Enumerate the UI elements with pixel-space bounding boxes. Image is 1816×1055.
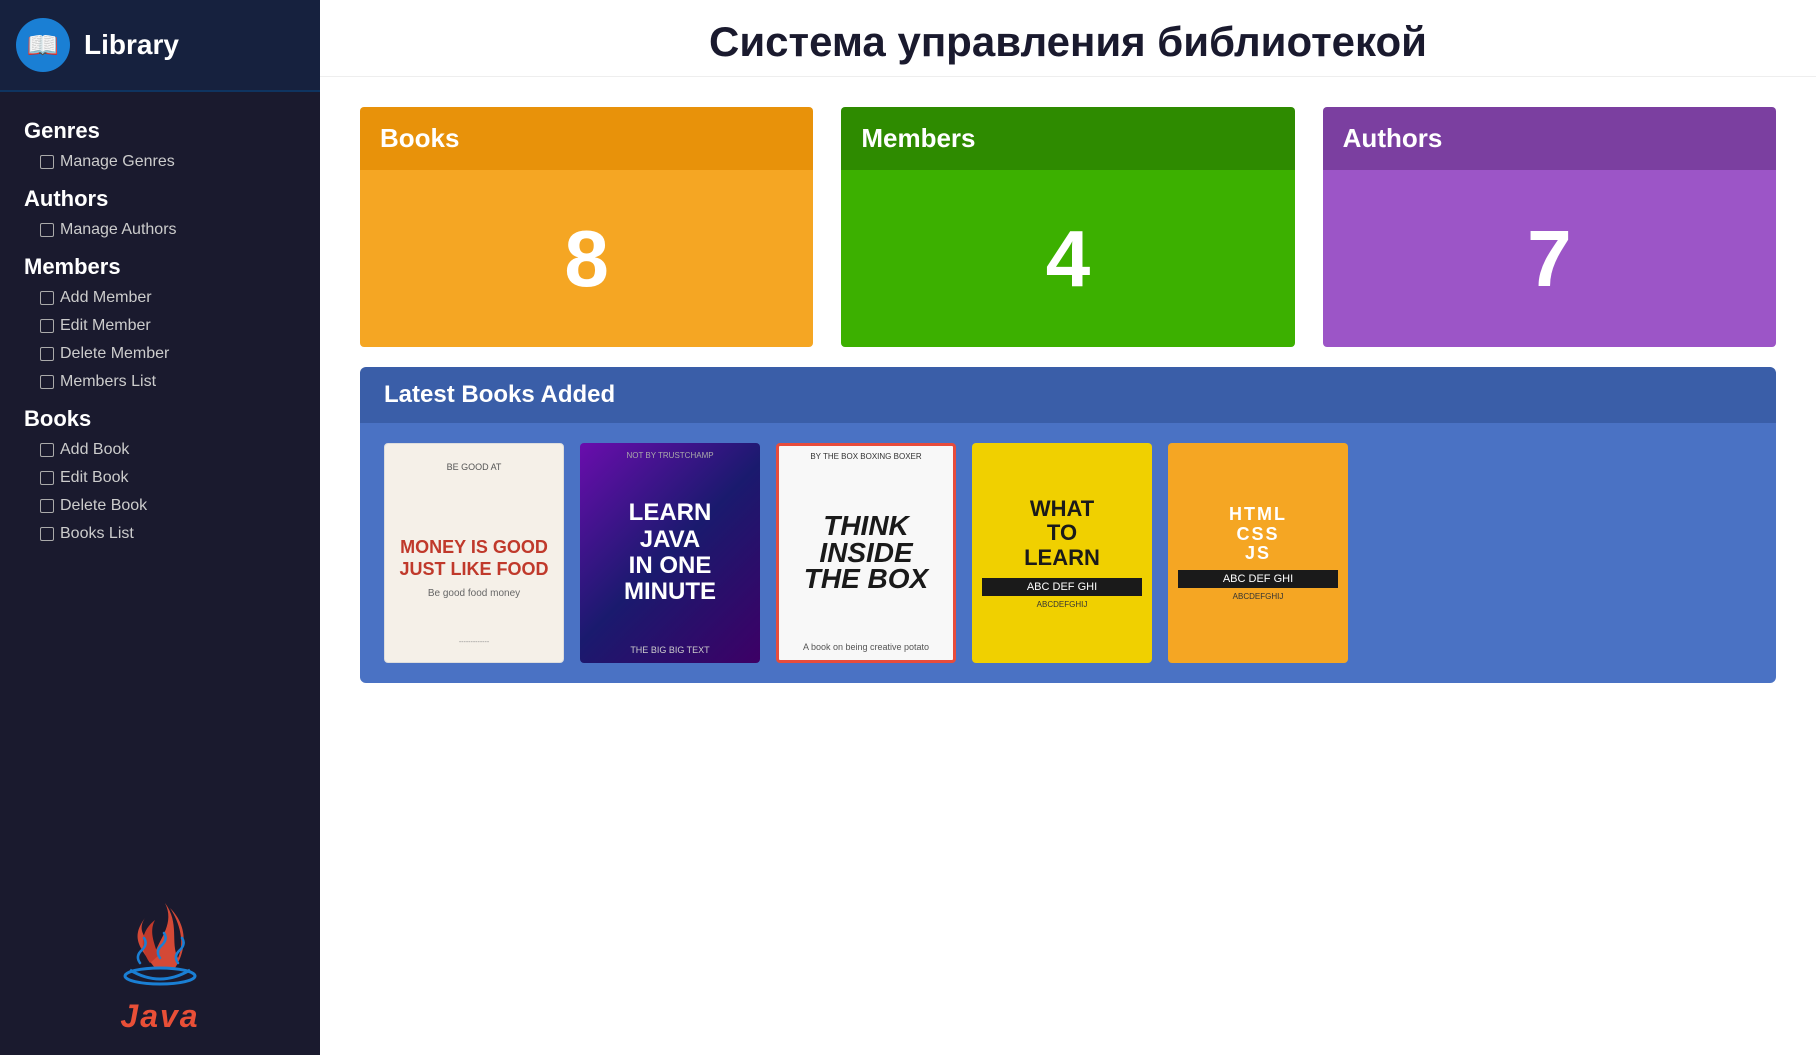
book5-title: HTMLCSSJS bbox=[1229, 505, 1287, 564]
stat-members-value: 4 bbox=[841, 170, 1294, 347]
page-title: Система управления библиотекой bbox=[360, 18, 1776, 66]
sidebar-item-members-list[interactable]: Members List bbox=[0, 368, 320, 396]
book5-subtitle: ABCDEFGHIJ bbox=[1233, 592, 1284, 601]
sidebar-item-books-list[interactable]: Books List bbox=[0, 520, 320, 548]
book-cover-3: BY THE BOX BOXING BOXER THINKINSIDETHE B… bbox=[776, 443, 956, 663]
book3-title: THINKINSIDETHE BOX bbox=[804, 513, 928, 593]
latest-books-title: Latest Books Added bbox=[360, 367, 1776, 423]
sidebar-item-add-member[interactable]: Add Member bbox=[0, 284, 320, 312]
stat-card-books: Books 8 bbox=[360, 107, 813, 347]
stats-row: Books 8 Members 4 Authors 7 bbox=[320, 77, 1816, 367]
books-row: BE GOOD AT MONEY IS GOOD JUST LIKE FOOD … bbox=[360, 423, 1776, 683]
sidebar-item-edit-member[interactable]: Edit Member bbox=[0, 312, 320, 340]
latest-books-section: Latest Books Added BE GOOD AT MONEY IS G… bbox=[360, 367, 1776, 683]
book4-bar: ABC DEF GHI bbox=[982, 578, 1142, 596]
book2-bottom: THE BIG BIG TEXT bbox=[630, 645, 709, 655]
book-cover-4: WHATTOLEARN ABC DEF GHI ABCDEFGHIJ bbox=[972, 443, 1152, 663]
book-cover-2: NOT BY TRUSTCHAMP LEARNJAVAIN ONEMINUTE … bbox=[580, 443, 760, 663]
sidebar-footer: Java bbox=[0, 848, 320, 1055]
book-cover-1: BE GOOD AT MONEY IS GOOD JUST LIKE FOOD … bbox=[384, 443, 564, 663]
book3-sub: A book on being creative potato bbox=[803, 642, 929, 652]
logo-icon: 📖 bbox=[16, 18, 70, 72]
book5-bar: ABC DEF GHI bbox=[1178, 570, 1338, 588]
book1-sub: Be good food money bbox=[428, 588, 520, 599]
stat-authors-value: 7 bbox=[1323, 170, 1776, 347]
book2-title: LEARNJAVAIN ONEMINUTE bbox=[624, 500, 716, 606]
sidebar-item-delete-member[interactable]: Delete Member bbox=[0, 340, 320, 368]
java-logo: Java bbox=[100, 868, 220, 1035]
nav-category-authors[interactable]: Authors bbox=[0, 176, 320, 216]
book2-not-by: NOT BY TRUSTCHAMP bbox=[626, 451, 713, 460]
sidebar-item-edit-book[interactable]: Edit Book bbox=[0, 464, 320, 492]
book1-footer: ------------- bbox=[459, 639, 489, 646]
sidebar-header: 📖 Library bbox=[0, 0, 320, 92]
book4-subtitle: ABCDEFGHIJ bbox=[1037, 600, 1088, 609]
stat-books-label: Books bbox=[360, 107, 813, 170]
nav-category-genres[interactable]: Genres bbox=[0, 108, 320, 148]
sidebar-item-manage-genres[interactable]: Manage Genres bbox=[0, 148, 320, 176]
book-cover-5: HTMLCSSJS ABC DEF GHI ABCDEFGHIJ bbox=[1168, 443, 1348, 663]
java-logo-icon bbox=[100, 868, 220, 998]
sidebar: 📖 Library Genres Manage Genres Authors M… bbox=[0, 0, 320, 1055]
sidebar-nav: Genres Manage Genres Authors Manage Auth… bbox=[0, 92, 320, 848]
sidebar-item-delete-book[interactable]: Delete Book bbox=[0, 492, 320, 520]
stat-books-value: 8 bbox=[360, 170, 813, 347]
book1-title: MONEY IS GOOD JUST LIKE FOOD bbox=[395, 537, 553, 580]
java-label: Java bbox=[120, 998, 199, 1035]
nav-category-members[interactable]: Members bbox=[0, 244, 320, 284]
nav-category-books[interactable]: Books bbox=[0, 396, 320, 436]
sidebar-item-add-book[interactable]: Add Book bbox=[0, 436, 320, 464]
stat-authors-label: Authors bbox=[1323, 107, 1776, 170]
sidebar-item-manage-authors[interactable]: Manage Authors bbox=[0, 216, 320, 244]
stat-card-members: Members 4 bbox=[841, 107, 1294, 347]
stat-card-authors: Authors 7 bbox=[1323, 107, 1776, 347]
main-content: Система управления библиотекой Books 8 M… bbox=[320, 0, 1816, 1055]
stat-members-label: Members bbox=[841, 107, 1294, 170]
book4-title: WHATTOLEARN bbox=[1024, 497, 1100, 570]
book1-byline: BE GOOD AT bbox=[447, 462, 502, 472]
logo-text: Library bbox=[84, 29, 179, 61]
main-header: Система управления библиотекой bbox=[320, 0, 1816, 77]
book3-by: BY THE BOX BOXING BOXER bbox=[810, 452, 921, 461]
